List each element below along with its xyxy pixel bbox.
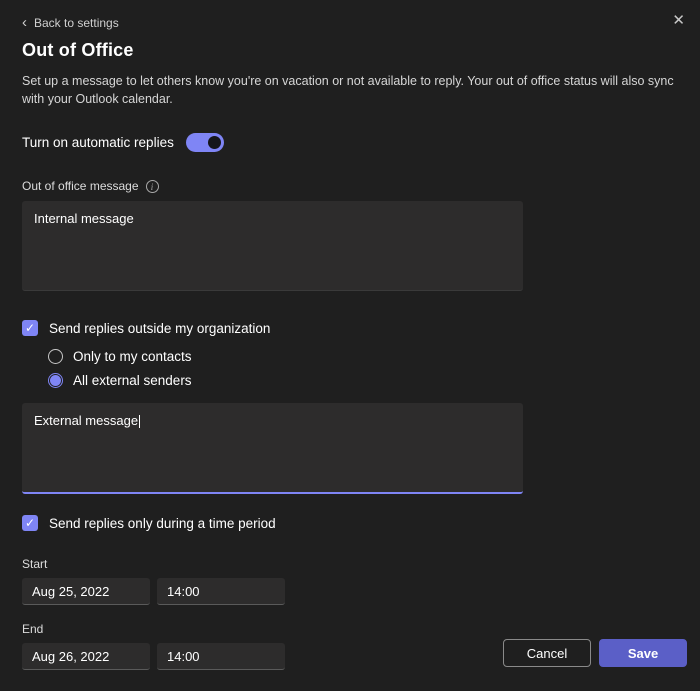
- outside-organization-checkbox-row[interactable]: ✓ Send replies outside my organization: [22, 320, 678, 337]
- radio-all-external-senders[interactable]: All external senders: [48, 373, 678, 389]
- save-button[interactable]: Save: [599, 639, 687, 667]
- automatic-replies-label: Turn on automatic replies: [22, 135, 174, 151]
- time-period-checkbox-row[interactable]: ✓ Send replies only during a time period: [22, 515, 678, 532]
- page-title: Out of Office: [22, 40, 134, 60]
- start-row: [22, 578, 678, 606]
- cancel-button[interactable]: Cancel: [503, 639, 591, 667]
- end-date-input[interactable]: [22, 643, 150, 671]
- radio-selected-icon[interactable]: [48, 373, 63, 389]
- start-label: Start: [22, 557, 48, 572]
- start-date-input[interactable]: [22, 578, 150, 606]
- internal-message-textarea[interactable]: Internal message: [22, 201, 523, 292]
- radio-unselected-icon[interactable]: [48, 349, 63, 365]
- close-icon[interactable]: ✕: [672, 13, 685, 28]
- info-icon: i: [145, 179, 159, 193]
- start-time-input[interactable]: [157, 578, 285, 606]
- back-to-settings-label: Back to settings: [34, 16, 119, 30]
- footer-actions: Cancel Save: [503, 639, 687, 667]
- chevron-left-icon: ‹: [22, 14, 27, 31]
- internal-message-text: Internal message: [34, 211, 134, 227]
- outside-organization-label: Send replies outside my organization: [49, 320, 271, 336]
- toggle-knob: [207, 136, 221, 150]
- end-label: End: [22, 622, 44, 637]
- internal-message-label-row: Out of office message i: [22, 179, 678, 193]
- checkbox-checked-icon[interactable]: ✓: [22, 515, 38, 532]
- end-time-input[interactable]: [157, 643, 285, 671]
- internal-message-label: Out of office message: [22, 179, 139, 194]
- radio-all-external-senders-label: All external senders: [73, 373, 192, 389]
- automatic-replies-row: Turn on automatic replies: [22, 133, 678, 153]
- automatic-replies-toggle[interactable]: [185, 133, 224, 153]
- external-message-text: External message: [34, 413, 139, 429]
- radio-only-contacts[interactable]: Only to my contacts: [48, 349, 678, 365]
- page-description: Set up a message to let others know you'…: [22, 74, 674, 107]
- back-to-settings-link[interactable]: ‹ Back to settings: [22, 14, 119, 31]
- checkbox-checked-icon[interactable]: ✓: [22, 320, 38, 337]
- text-cursor: [139, 415, 141, 429]
- radio-only-contacts-label: Only to my contacts: [73, 349, 192, 365]
- out-of-office-dialog: ‹ Back to settings ✕ Out of Office Set u…: [0, 0, 700, 691]
- external-message-textarea[interactable]: External message: [22, 403, 523, 495]
- time-period-label: Send replies only during a time period: [49, 515, 276, 531]
